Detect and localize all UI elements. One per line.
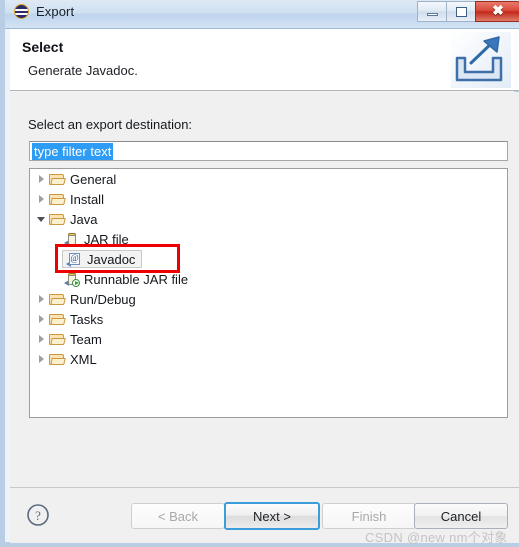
chevron-right-icon[interactable] — [36, 354, 47, 365]
tree-item-jar-file[interactable]: JAR file — [30, 229, 507, 249]
tree-item-label: Install — [70, 191, 104, 207]
tree-item-xml[interactable]: XML — [30, 349, 507, 369]
title-bar: Export ✖ — [5, 0, 519, 29]
export-destination-tree[interactable]: General Install Java JAR file @ Javadoc … — [29, 168, 508, 418]
tree-item-install[interactable]: Install — [30, 189, 507, 209]
tree-item-label: Team — [70, 331, 102, 347]
folder-icon — [49, 193, 66, 206]
tree-item-label: Tasks — [70, 311, 104, 327]
minimize-icon — [426, 13, 438, 16]
next-button[interactable]: Next > — [224, 502, 320, 530]
title-bar-left: Export — [14, 4, 74, 19]
eclipse-icon — [14, 4, 29, 19]
tree-item-label: JAR file — [84, 231, 129, 247]
close-icon: ✖ — [492, 3, 504, 19]
maximize-button[interactable] — [446, 1, 475, 22]
back-button[interactable]: < Back — [131, 503, 225, 529]
finish-button[interactable]: Finish — [322, 503, 416, 529]
folder-icon — [49, 313, 66, 326]
maximize-icon — [455, 6, 467, 17]
help-question-icon[interactable]: ? — [26, 503, 50, 527]
export-arrow-icon — [451, 32, 511, 88]
chevron-right-icon[interactable] — [36, 314, 47, 325]
chevron-down-icon[interactable] — [36, 214, 47, 225]
tree-item-label: General — [70, 171, 117, 187]
tree-item-run-debug[interactable]: Run/Debug — [30, 289, 507, 309]
page-title: Select — [22, 39, 64, 55]
tree-item-runnable-jar-file[interactable]: Runnable JAR file — [30, 269, 507, 289]
folder-icon — [49, 353, 66, 366]
tree-item-label: Run/Debug — [70, 291, 136, 307]
tree-item-java[interactable]: Java — [30, 209, 507, 229]
tree-item-label: XML — [70, 351, 97, 367]
tree-item-javadoc[interactable]: @ Javadoc — [30, 249, 507, 269]
chevron-right-icon[interactable] — [36, 194, 47, 205]
watermark: CSDN @new nm个对象 — [365, 530, 508, 545]
tree-item-label: Java — [70, 211, 98, 227]
javadoc-icon: @ — [66, 252, 82, 267]
tree-item-general[interactable]: General — [30, 169, 507, 189]
folder-icon — [49, 333, 66, 346]
tree-item-tasks[interactable]: Tasks — [30, 309, 507, 329]
jar-icon — [64, 232, 79, 247]
folder-icon — [49, 213, 66, 226]
chevron-right-icon[interactable] — [36, 294, 47, 305]
export-dialog-window: Export ✖ Select Generate Javadoc. Select… — [0, 0, 519, 547]
filter-input[interactable]: type filter text — [29, 141, 508, 161]
chevron-right-icon[interactable] — [36, 334, 47, 345]
dialog-body: Select an export destination: type filte… — [10, 92, 519, 487]
page-description: Generate Javadoc. — [28, 63, 138, 78]
minimize-button[interactable] — [417, 1, 446, 22]
close-button[interactable]: ✖ — [475, 1, 519, 22]
folder-icon — [49, 293, 66, 306]
window-controls: ✖ — [417, 1, 519, 23]
tree-item-label: Runnable JAR file — [84, 271, 189, 287]
folder-icon — [49, 173, 66, 186]
chevron-right-icon[interactable] — [36, 174, 47, 185]
runnable-jar-icon — [64, 272, 80, 287]
cancel-button[interactable]: Cancel — [414, 503, 508, 529]
svg-text:?: ? — [35, 508, 41, 523]
destination-label: Select an export destination: — [28, 117, 193, 132]
tree-item-team[interactable]: Team — [30, 329, 507, 349]
tree-item-label: Javadoc — [87, 251, 136, 267]
window-title: Export — [36, 4, 75, 19]
filter-input-value: type filter text — [32, 142, 114, 160]
dialog-header: Select Generate Javadoc. — [10, 29, 519, 91]
